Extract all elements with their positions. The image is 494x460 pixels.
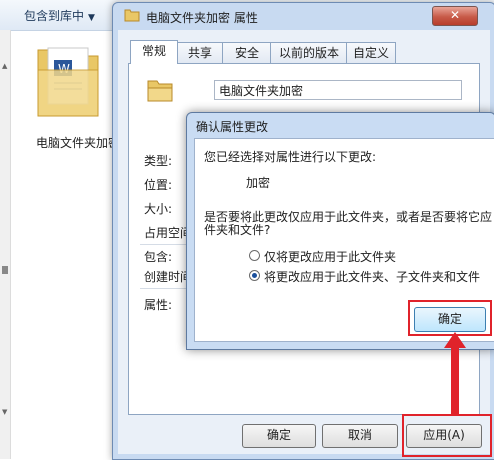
- tab-previous-versions-label: 以前的版本: [278, 46, 339, 60]
- type-label: 类型:: [144, 154, 173, 168]
- close-icon: ✕: [449, 8, 461, 22]
- tab-security[interactable]: 安全: [222, 42, 272, 63]
- size-label: 大小:: [144, 202, 173, 216]
- question-text-line2: 件夹和文件?: [204, 223, 271, 237]
- tab-previous-versions[interactable]: 以前的版本: [270, 42, 348, 63]
- size-on-disk-label: 占用空间: [144, 226, 193, 240]
- tab-sharing-label: 共享: [187, 46, 212, 60]
- tab-security-label: 安全: [234, 46, 259, 60]
- attributes-label: 属性:: [144, 298, 173, 312]
- tab-customize[interactable]: 自定义: [346, 42, 396, 63]
- ok-button-label: 确定: [266, 428, 291, 442]
- created-label: 创建时间: [144, 270, 193, 284]
- properties-title: 电脑文件夹加密 属性: [146, 11, 258, 25]
- scroll-down-arrow-icon[interactable]: ▼: [2, 408, 7, 416]
- scroll-thumb[interactable]: [2, 266, 8, 274]
- include-in-library-label: 包含到库中: [24, 9, 85, 23]
- tab-sharing[interactable]: 共享: [176, 42, 224, 63]
- location-label: 位置:: [144, 178, 173, 192]
- left-scrollbar[interactable]: ▲ ▼: [0, 30, 11, 459]
- folder-icon: [124, 9, 140, 22]
- cancel-button[interactable]: 取消: [322, 424, 398, 448]
- chevron-down-icon: ▼: [88, 13, 95, 23]
- tab-general-label: 常规: [141, 44, 166, 58]
- folder-caption: 电脑文件夹加密: [36, 136, 121, 150]
- folder-icon: W: [37, 47, 99, 117]
- folder-icon: [147, 80, 173, 102]
- cancel-button-label: 取消: [347, 428, 372, 442]
- option-this-folder-only-label[interactable]: 仅将更改应用于此文件夹: [264, 248, 396, 265]
- option-folder-subfolders-files-radio[interactable]: [249, 270, 260, 281]
- highlight-box-confirm-ok: [408, 300, 492, 336]
- tab-general[interactable]: 常规: [130, 40, 178, 64]
- tab-customize-label: 自定义: [352, 46, 389, 60]
- highlight-box-apply: [402, 414, 492, 457]
- confirm-intro-text: 您已经选择对属性进行以下更改:: [204, 150, 377, 164]
- confirm-dialog-title: 确认属性更改: [196, 120, 269, 134]
- close-button[interactable]: ✕: [432, 6, 478, 26]
- contains-label: 包含:: [144, 250, 173, 264]
- ok-button[interactable]: 确定: [242, 424, 316, 448]
- include-in-library-button[interactable]: 包含到库中 ▼: [24, 7, 95, 24]
- change-item-text: 加密: [246, 176, 271, 190]
- folder-name-field[interactable]: 电脑文件夹加密: [214, 80, 462, 100]
- scroll-up-arrow-icon[interactable]: ▲: [2, 62, 7, 70]
- option-this-folder-only-radio[interactable]: [249, 250, 260, 261]
- option-folder-subfolders-files-label[interactable]: 将更改应用于此文件夹、子文件夹和文件: [264, 268, 480, 285]
- red-arrow-icon: [444, 332, 466, 416]
